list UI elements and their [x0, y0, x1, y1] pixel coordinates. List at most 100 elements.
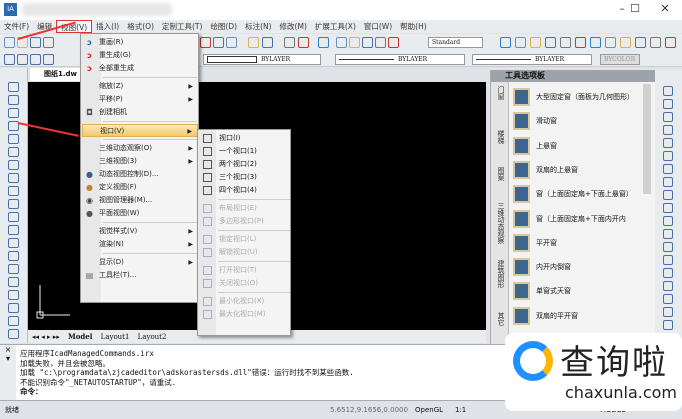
toolbar-button-icon[interactable]: [605, 37, 616, 48]
palette-tab[interactable]: 三维动态观察: [493, 202, 505, 244]
tab-layout1[interactable]: Layout1: [101, 333, 130, 341]
toolbar-button-icon[interactable]: [4, 37, 15, 48]
modify-tool-icon[interactable]: [663, 320, 673, 330]
layer-tool-icon[interactable]: [4, 54, 15, 65]
draw-tool-icon[interactable]: [8, 82, 19, 92]
menu-7[interactable]: 标注(N): [241, 20, 275, 33]
modify-tool-icon[interactable]: [663, 203, 673, 213]
viewport-submenu-item[interactable]: 三个视口(3): [199, 171, 290, 184]
menu-10[interactable]: 窗口(W): [360, 20, 396, 33]
palette-item[interactable]: 窗（上面固定扇+下面内开内: [513, 208, 626, 230]
menu-3[interactable]: 插入(I): [92, 20, 123, 33]
layer-tool-icon[interactable]: [43, 54, 54, 65]
draw-tool-icon[interactable]: [8, 173, 19, 183]
toolbar-button-icon[interactable]: [200, 37, 211, 48]
modify-tool-icon[interactable]: [663, 112, 673, 122]
toolbar-button-icon[interactable]: [530, 37, 541, 48]
draw-tool-icon[interactable]: [8, 199, 19, 209]
layer-tool-icon[interactable]: [17, 54, 28, 65]
palette-tab[interactable]: 建筑图形: [493, 260, 505, 288]
draw-tool-icon[interactable]: [8, 238, 19, 248]
view-menu-item[interactable]: ● 动态视图控制(D)...: [82, 168, 198, 181]
modify-tool-icon[interactable]: [663, 294, 673, 304]
toolbar-button-icon[interactable]: [284, 37, 295, 48]
menu-5[interactable]: 定制工具(T): [158, 20, 206, 33]
draw-tool-icon[interactable]: [8, 134, 19, 144]
view-menu-item[interactable]: ◘ 创建相机: [82, 106, 198, 119]
tab-model[interactable]: Model: [68, 332, 92, 341]
color-select[interactable]: BYCOLOR: [600, 54, 640, 65]
draw-tool-icon[interactable]: [8, 147, 19, 157]
palette-tab[interactable]: 楼梯: [493, 130, 505, 144]
view-menu-item[interactable]: 显示(D) ▶: [82, 256, 198, 269]
menu-11[interactable]: 帮助(H): [396, 20, 431, 33]
modify-tool-icon[interactable]: [663, 307, 673, 317]
palette-tab[interactable]: 其它: [493, 312, 505, 326]
toolbar-button-icon[interactable]: [226, 37, 237, 48]
modify-tool-icon[interactable]: [663, 99, 673, 109]
modify-tool-icon[interactable]: [663, 216, 673, 226]
toolbar-button-icon[interactable]: [298, 37, 309, 48]
palette-scrollbar[interactable]: [643, 84, 651, 194]
draw-tool-icon[interactable]: [8, 95, 19, 105]
view-menu-item[interactable]: 视口(V) ▶: [82, 124, 198, 137]
palette-item[interactable]: 平开窗: [513, 232, 557, 254]
draw-tool-icon[interactable]: [8, 316, 19, 326]
toolbar-button-icon[interactable]: [635, 37, 646, 48]
close-button[interactable]: ✕: [655, 2, 675, 18]
layer-tool-icon[interactable]: [30, 54, 41, 65]
modify-tool-icon[interactable]: [663, 86, 673, 96]
toolbar-button-icon[interactable]: [620, 37, 631, 48]
modify-tool-icon[interactable]: [663, 268, 673, 278]
modify-tool-icon[interactable]: [663, 125, 673, 135]
palette-item[interactable]: 滑动窗: [513, 110, 557, 132]
palette-item[interactable]: 双扇的平开窗: [513, 305, 578, 327]
view-menu-item[interactable]: ◉ 视图管理器(M)...: [82, 194, 198, 207]
toolbar-button-icon[interactable]: [575, 37, 586, 48]
draw-tool-icon[interactable]: [8, 251, 19, 261]
modify-tool-icon[interactable]: [663, 164, 673, 174]
text-style-select[interactable]: Standard: [428, 37, 483, 48]
palette-tab[interactable]: 门窗: [493, 86, 505, 100]
linetype-select[interactable]: BYLAYER: [335, 54, 465, 65]
modify-tool-icon[interactable]: [663, 255, 673, 265]
toolbar-button-icon[interactable]: [500, 37, 511, 48]
view-menu-item[interactable]: ↄ 全部重生成: [82, 62, 198, 75]
toolbar-button-icon[interactable]: [336, 37, 347, 48]
viewport-submenu-item[interactable]: 四个视口(4): [199, 184, 290, 197]
palette-item[interactable]: 内开内倒窗: [513, 256, 571, 278]
palette-item[interactable]: 大型固定窗（面板为几何图形）: [513, 86, 634, 108]
menu-6[interactable]: 绘图(D): [206, 20, 241, 33]
modify-tool-icon[interactable]: [663, 242, 673, 252]
toolbar-button-icon[interactable]: [375, 37, 386, 48]
toolbar-button-icon[interactable]: [560, 37, 571, 48]
toolbar-button-icon[interactable]: [590, 37, 601, 48]
view-menu-item[interactable]: 缩放(Z) ▶: [82, 80, 198, 93]
draw-tool-icon[interactable]: [8, 186, 19, 196]
view-menu-item[interactable]: 三维动态观察(O) ▶: [82, 142, 198, 155]
modify-tool-icon[interactable]: [663, 190, 673, 200]
draw-tool-icon[interactable]: [8, 225, 19, 235]
toolbar-button-icon[interactable]: [248, 37, 259, 48]
view-menu-item[interactable]: ↄ 重生成(G): [82, 49, 198, 62]
palette-tab[interactable]: 图案: [493, 167, 505, 181]
layer-linetype-select[interactable]: BYLAYER: [203, 54, 321, 65]
toolbar-button-icon[interactable]: [362, 37, 373, 48]
viewport-submenu-item[interactable]: 两个视口(2): [199, 158, 290, 171]
modify-tool-icon[interactable]: [663, 138, 673, 148]
toolbar-button-icon[interactable]: [349, 37, 360, 48]
lineweight-select[interactable]: BYLAYER: [472, 54, 592, 65]
draw-tool-icon[interactable]: [8, 160, 19, 170]
toolbar-button-icon[interactable]: [388, 37, 399, 48]
menu-8[interactable]: 修改(M): [276, 20, 311, 33]
menu-0[interactable]: 文件(F): [0, 20, 33, 33]
modify-tool-icon[interactable]: [663, 177, 673, 187]
view-menu-item[interactable]: 三维视图(3) ▶: [82, 155, 198, 168]
draw-tool-icon[interactable]: [8, 303, 19, 313]
palette-item[interactable]: 单窗式天窗: [513, 280, 571, 302]
toolbar-button-icon[interactable]: [665, 37, 676, 48]
draw-tool-icon[interactable]: [8, 108, 19, 118]
maximize-button[interactable]: ☐: [625, 2, 645, 18]
toolbar-button-icon[interactable]: [650, 37, 661, 48]
draw-tool-icon[interactable]: [8, 212, 19, 222]
